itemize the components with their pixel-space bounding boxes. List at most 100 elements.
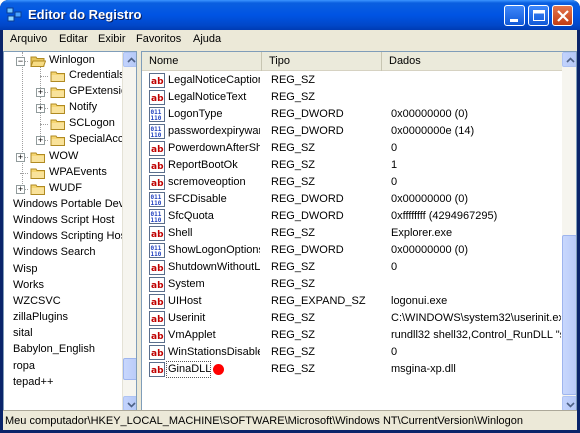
value-data: msgina-xp.dll: [391, 363, 456, 375]
tree-item[interactable]: Windows Portable Devices: [4, 197, 136, 213]
tree-scroll-down-button[interactable]: [123, 396, 136, 411]
values-pane[interactable]: Nome Tipo Dados ab LegalNoticeCaption REG_…: [141, 51, 577, 412]
folder-open-icon: [30, 54, 47, 68]
values-scroll-down-button[interactable]: [562, 396, 576, 411]
tree-item[interactable]: + Notify: [4, 100, 122, 116]
string-value-icon: ab: [149, 158, 165, 173]
values-scrollbar[interactable]: [562, 52, 576, 411]
tree-item[interactable]: Babylon_English: [4, 342, 122, 358]
tree-item[interactable]: Credentials: [4, 68, 125, 84]
title-bar[interactable]: Editor do Registro: [0, 0, 580, 30]
column-header-nome[interactable]: Nome: [142, 52, 262, 71]
expand-icon[interactable]: +: [16, 185, 25, 194]
tree-pane[interactable]: − Winlogon Credentials + GPExtensions + Notify…: [3, 51, 137, 412]
tree-item[interactable]: +SpecialAccounts: [4, 132, 136, 148]
value-row[interactable]: 011 110 SFCDisable REG_DWORD 0x00000000 (0): [142, 191, 562, 208]
value-row[interactable]: ab scremoveoption REG_SZ 0: [142, 174, 562, 191]
tree-item[interactable]: Works: [4, 278, 122, 294]
value-row[interactable]: ab Userinit REG_SZ C:\WINDOWS\system32\user…: [142, 310, 562, 327]
value-row[interactable]: ab System REG_SZ: [142, 276, 562, 293]
expand-icon[interactable]: +: [36, 136, 45, 145]
values-scroll-up-button[interactable]: [562, 52, 576, 67]
column-header-dados[interactable]: Dados: [382, 52, 562, 71]
expand-icon[interactable]: +: [16, 153, 25, 162]
tree-item[interactable]: Windows Script Host: [4, 213, 122, 229]
svg-text:ab: ab: [151, 332, 164, 342]
tree-item[interactable]: − Winlogon: [4, 53, 122, 69]
value-type: REG_DWORD: [271, 108, 344, 120]
value-row[interactable]: 011 110 SfcQuota REG_DWORD 0xffffffff (42949…: [142, 208, 562, 225]
menu-exibir[interactable]: Exibir: [98, 33, 126, 45]
value-name: System: [168, 278, 205, 290]
svg-text:110: 110: [151, 115, 162, 122]
collapse-icon[interactable]: −: [16, 57, 25, 66]
value-row[interactable]: ab Shell REG_SZ Explorer.exe: [142, 225, 562, 242]
arrow-up-icon: [127, 57, 136, 63]
value-name: ShutdownWithoutLogon: [168, 261, 260, 273]
value-data: 0xffffffff (4294967295): [391, 210, 498, 222]
tree-item[interactable]: Windows Search: [4, 245, 122, 261]
tree-item[interactable]: sital: [4, 326, 122, 342]
svg-text:110: 110: [151, 200, 162, 207]
value-row[interactable]: 011110passwordexpirywarning REG_DWORD 0x00…: [142, 123, 562, 140]
svg-text:ab: ab: [151, 230, 164, 240]
binary-value-icon: 011 110: [149, 107, 165, 122]
tree-item[interactable]: tepad++: [4, 375, 122, 391]
value-row[interactable]: ab LegalNoticeText REG_SZ: [142, 89, 562, 106]
tree-scrollbar[interactable]: [122, 52, 136, 411]
value-row[interactable]: ab UIHost REG_EXPAND_SZ logonui.exe: [142, 293, 562, 310]
value-name: LogonType: [168, 108, 223, 120]
menu-editar[interactable]: Editar: [59, 33, 88, 45]
tree-item[interactable]: WPAEvents: [4, 165, 122, 181]
value-type: REG_SZ: [271, 346, 316, 358]
tree-item[interactable]: + WOW: [4, 149, 122, 165]
values-scroll-thumb[interactable]: [562, 235, 576, 395]
tree-item[interactable]: + WUDF: [4, 181, 122, 197]
menu-ajuda[interactable]: Ajuda: [193, 33, 221, 45]
value-name: Userinit: [168, 312, 206, 324]
menu-arquivo[interactable]: Arquivo: [10, 33, 47, 45]
value-type: REG_SZ: [271, 363, 316, 375]
value-row[interactable]: ab VmApplet REG_SZ rundll32 shell32,Control…: [142, 327, 562, 344]
tree-item-label: WZCSVC: [13, 295, 61, 307]
tree-scroll-thumb[interactable]: [123, 358, 136, 380]
tree-connector-line: [40, 76, 48, 77]
value-row[interactable]: ab LegalNoticeCaption REG_SZ: [142, 72, 562, 89]
value-row[interactable]: ab ReportBootOk REG_SZ 1: [142, 157, 562, 174]
value-data: C:\WINDOWS\system32\userinit.exe,: [391, 312, 561, 324]
value-row[interactable]: ab PowerdownAfterShutdown REG_SZ 0: [142, 140, 562, 157]
window-frame: Arquivo Editar Exibir Favoritos Ajuda − W…: [3, 30, 577, 430]
value-row[interactable]: 011 110 ShowLogonOptions REG_DWORD 0x0000000…: [142, 242, 562, 259]
close-button[interactable]: [552, 5, 573, 26]
tree-item[interactable]: ropa: [4, 359, 122, 375]
string-value-icon: ab: [149, 73, 165, 88]
value-type: REG_SZ: [271, 278, 316, 290]
tree-item[interactable]: Windows Scripting Host: [4, 229, 129, 245]
tree-item[interactable]: + GPExtensions: [4, 84, 136, 100]
value-type: REG_SZ: [271, 227, 316, 239]
expand-icon[interactable]: +: [36, 104, 45, 113]
maximize-button[interactable]: [528, 5, 549, 26]
maximize-icon: [533, 10, 545, 21]
tree-scroll-up-button[interactable]: [123, 52, 136, 67]
value-type: REG_SZ: [271, 142, 316, 154]
tree-item-label: WUDF: [49, 182, 82, 194]
expand-icon[interactable]: +: [36, 88, 45, 97]
value-name: UIHost: [168, 295, 202, 307]
minimize-icon: [510, 19, 518, 22]
value-type: REG_SZ: [271, 312, 316, 324]
menu-favoritos[interactable]: Favoritos: [136, 33, 181, 45]
value-data: 0x00000000 (0): [391, 244, 469, 256]
value-row[interactable]: ab GinaDLL REG_SZ msgina-xp.dll: [142, 361, 562, 378]
value-row[interactable]: ab WinStationsDisabled REG_SZ 0: [142, 344, 562, 361]
tree-item[interactable]: zillaPlugins: [4, 310, 122, 326]
minimize-button[interactable]: [504, 5, 525, 26]
tree-item[interactable]: SCLogon: [4, 116, 122, 132]
tree-item-label: Notify: [69, 101, 98, 113]
column-header-tipo[interactable]: Tipo: [262, 52, 382, 71]
value-row[interactable]: ab ShutdownWithoutLogon REG_SZ 0: [142, 259, 562, 276]
binary-value-icon: 011 110: [149, 124, 165, 139]
value-row[interactable]: 011 110 LogonType REG_DWORD 0x00000000 (0): [142, 106, 562, 123]
tree-item[interactable]: WZCSVC: [4, 294, 122, 310]
tree-item[interactable]: Wisp: [4, 262, 122, 278]
